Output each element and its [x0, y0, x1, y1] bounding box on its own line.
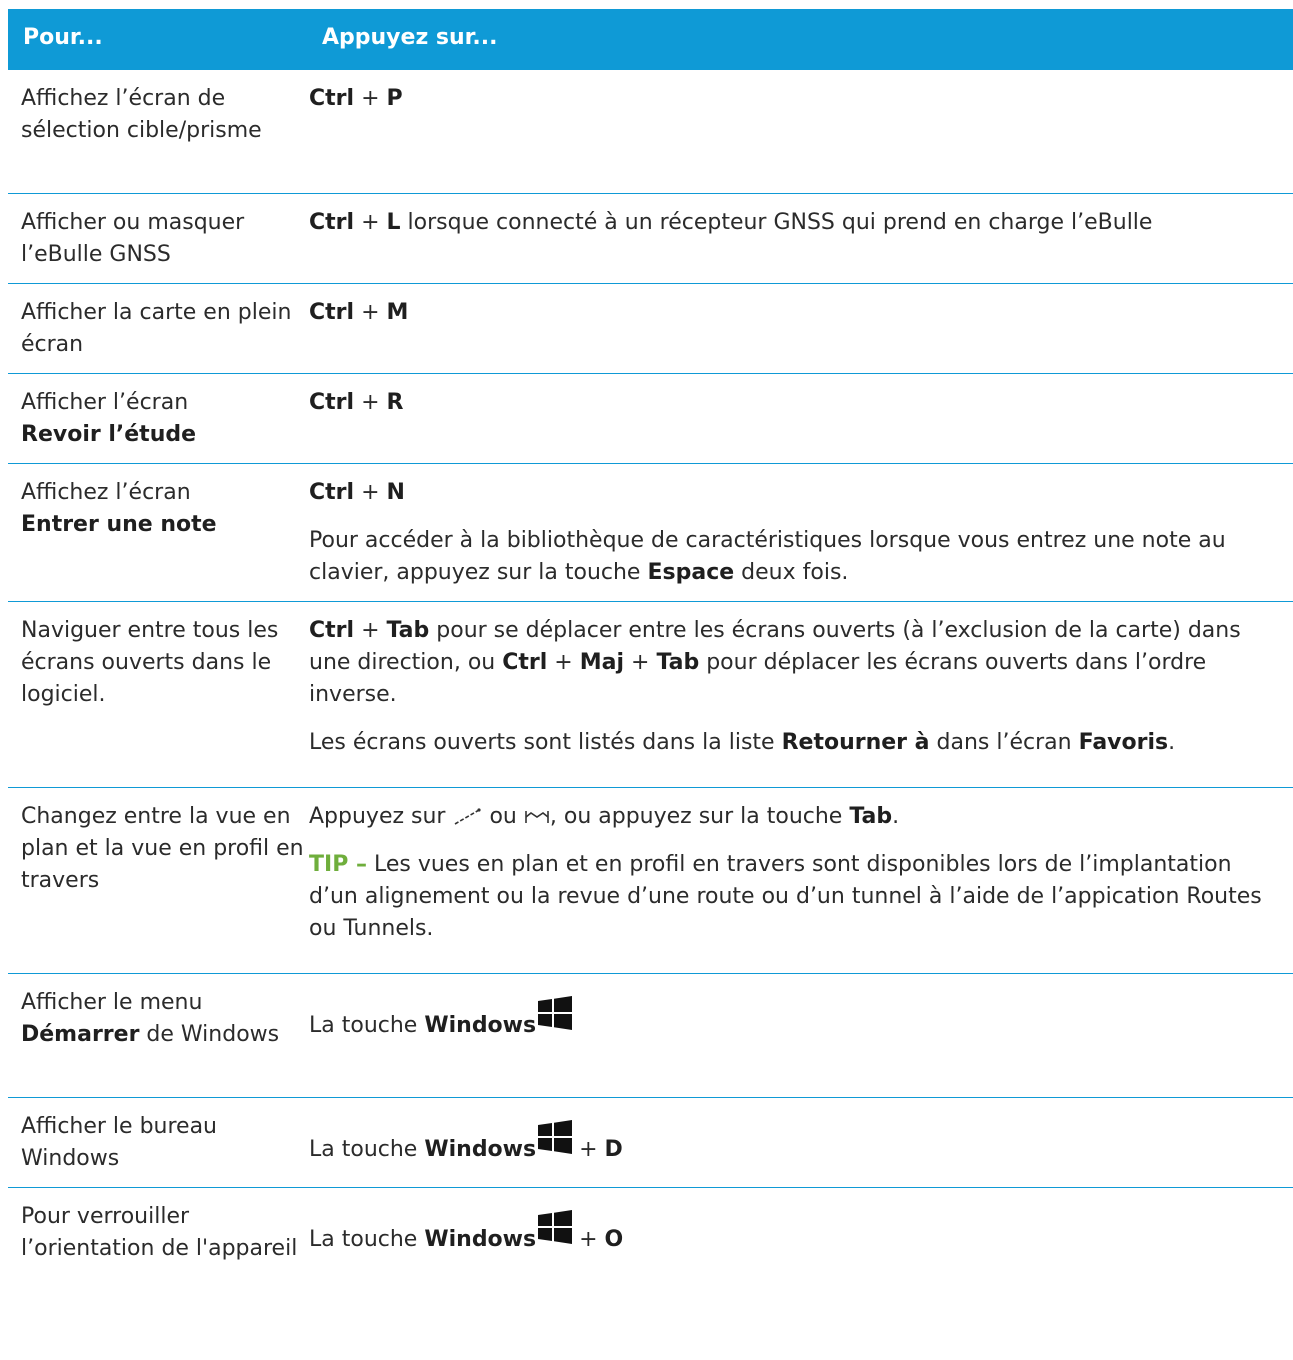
table-row: Afficher ou masquer l’eBulle GNSS Ctrl +… [8, 194, 1293, 284]
plus-sign: + [554, 650, 573, 675]
table-row: Pour verrouiller l’orientation de l'appa… [8, 1188, 1293, 1312]
header-col-pour: Pour... [23, 25, 103, 50]
key-p: P [386, 86, 403, 111]
key-n: N [386, 480, 405, 505]
table-header: Pour... Appuyez sur... [8, 9, 1293, 70]
keys-cell: Ctrl + R [307, 374, 1293, 463]
table-row: Afficher le bureau Windows La touche Win… [8, 1098, 1293, 1188]
key-description: La touche [309, 1227, 418, 1252]
action-cell: Afficher le bureau Windows [21, 1114, 218, 1171]
action-cell: Afficher ou masquer l’eBulle GNSS [21, 210, 245, 267]
key-description: ou [489, 804, 517, 829]
action-text: Affichez l’écran [21, 480, 191, 505]
note-text: Les écrans ouverts sont listés dans la l… [309, 730, 775, 755]
key-ctrl: Ctrl [309, 86, 355, 111]
table-row: Afficher le menu Démarrer de Windows La … [8, 974, 1293, 1098]
key-description: , ou appuyez sur la touche [549, 804, 843, 829]
keys-cell: Ctrl + N Pour accéder à la bibliothèque … [307, 464, 1293, 601]
note-paragraph: Les écrans ouverts sont listés dans la l… [309, 727, 1263, 759]
action-cell: Afficher la carte en plein écran [21, 300, 292, 357]
note-text: dans l’écran [936, 730, 1072, 755]
key-ctrl: Ctrl [502, 650, 548, 675]
key-windows: Windows [424, 1013, 537, 1038]
key-description: Appuyez sur [309, 804, 446, 829]
table-row: Affichez l’écran de sélection cible/pris… [8, 70, 1293, 194]
screen-name: Entrer une note [21, 512, 217, 537]
action-cell: Pour verrouiller l’orientation de l'appa… [21, 1204, 298, 1261]
plus-sign: + [361, 618, 380, 643]
key-d: D [604, 1137, 623, 1162]
action-cell: Naviguer entre tous les écrans ouverts d… [21, 618, 279, 707]
windows-logo-icon [538, 1120, 573, 1154]
key-l: L [386, 210, 401, 235]
key-r: R [386, 390, 404, 415]
plus-sign: + [361, 390, 380, 415]
note-text-end: . [1168, 730, 1176, 755]
keys-cell: Ctrl + M [307, 284, 1293, 373]
keys-cell: La touche Windows + D [307, 1098, 1293, 1187]
note-text-end: deux fois. [741, 560, 849, 585]
screen-name: Revoir l’étude [21, 422, 197, 447]
key-description: lorsque connecté à un récepteur GNSS qui… [407, 210, 1153, 235]
windows-logo-icon [538, 1210, 573, 1244]
profile-view-icon [525, 811, 549, 823]
action-cell: Changez entre la vue en plan et la vue e… [21, 804, 304, 893]
key-ctrl: Ctrl [309, 618, 355, 643]
table-row: Afficher la carte en plein écran Ctrl + … [8, 284, 1293, 374]
keys-cell: Ctrl + P [307, 70, 1293, 193]
action-text: de Windows [146, 1022, 280, 1047]
tip-paragraph: TIP – Les vues en plan et en profil en t… [309, 849, 1263, 945]
action-text: Afficher le menu [21, 990, 203, 1015]
key-espace: Espace [647, 560, 735, 585]
plus-sign: + [631, 650, 650, 675]
key-ctrl: Ctrl [309, 210, 355, 235]
line-view-icon [455, 808, 482, 825]
key-o: O [604, 1227, 624, 1252]
keys-cell: Ctrl + L lorsque connecté à un récepteur… [307, 194, 1293, 283]
keys-cell: La touche Windows [307, 974, 1293, 1097]
key-ctrl: Ctrl [309, 300, 355, 325]
action-cell: Afficher l’écran Revoir l’étude [8, 374, 307, 463]
plus-sign: + [579, 1137, 598, 1162]
key-description-end: . [892, 804, 900, 829]
header-col-appuyez: Appuyez sur... [322, 25, 498, 50]
key-tab: Tab [849, 804, 893, 829]
note-paragraph: Pour accéder à la bibliothèque de caract… [309, 525, 1263, 589]
tip-label: TIP – [309, 852, 367, 877]
table-row: Changez entre la vue en plan et la vue e… [8, 788, 1293, 974]
key-ctrl: Ctrl [309, 480, 355, 505]
list-name: Retourner à [781, 730, 930, 755]
table-row: Affichez l’écran Entrer une note Ctrl + … [8, 464, 1293, 602]
plus-sign: + [361, 300, 380, 325]
key-maj: Maj [579, 650, 624, 675]
action-cell: Afficher le menu Démarrer de Windows [8, 974, 307, 1097]
plus-sign: + [361, 210, 380, 235]
action-cell: Affichez l’écran de sélection cible/pris… [21, 86, 262, 143]
windows-logo-icon [538, 996, 573, 1030]
plus-sign: + [579, 1227, 598, 1252]
screen-name: Favoris [1078, 730, 1169, 755]
keys-cell: Appuyez sur ou , ou appuyez sur la touch… [307, 788, 1293, 973]
table-row: Afficher l’écran Revoir l’étude Ctrl + R [8, 374, 1293, 464]
plus-sign: + [361, 86, 380, 111]
menu-name: Démarrer [21, 1022, 140, 1047]
key-description: La touche [309, 1137, 418, 1162]
action-text: Afficher l’écran [21, 390, 189, 415]
key-description: La touche [309, 1013, 418, 1038]
key-m: M [386, 300, 409, 325]
key-ctrl: Ctrl [309, 390, 355, 415]
key-windows: Windows [424, 1137, 537, 1162]
key-windows: Windows [424, 1227, 537, 1252]
shortcut-table: Pour... Appuyez sur... Affichez l’écran … [8, 9, 1293, 1312]
keys-cell: Ctrl + Tab pour se déplacer entre les éc… [307, 602, 1293, 787]
key-tab: Tab [656, 650, 700, 675]
keys-cell: La touche Windows + O [307, 1188, 1293, 1312]
action-cell: Affichez l’écran Entrer une note [8, 464, 307, 601]
tip-text: Les vues en plan et en profil en travers… [309, 852, 1262, 941]
key-tab: Tab [386, 618, 430, 643]
plus-sign: + [361, 480, 380, 505]
table-row: Naviguer entre tous les écrans ouverts d… [8, 602, 1293, 788]
